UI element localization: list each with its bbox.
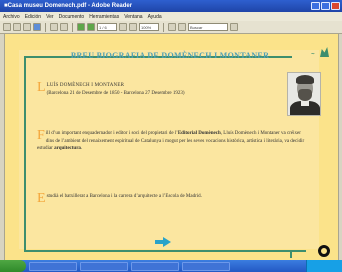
logo-icon: ~ <box>311 47 329 59</box>
zoom-field[interactable]: 100% <box>139 23 159 31</box>
taskbar-item[interactable] <box>29 261 77 271</box>
bio-name-paragraph: L LUÍS DOMÈNECH I MONTANER (Barcelona 21… <box>37 80 277 97</box>
keyword-architecture: arquitectura <box>54 146 81 151</box>
window-titlebar[interactable]: ■Casa museu Domenech.pdf - Adobe Reader <box>0 0 342 12</box>
portrait-photo <box>287 72 321 116</box>
frame-line-left <box>24 56 26 252</box>
menu-window[interactable]: Ventana <box>124 14 142 20</box>
paragraph-text: . <box>80 146 83 151</box>
editorial-name: Editorial Domènech <box>177 131 221 136</box>
minimize-icon[interactable] <box>311 2 320 10</box>
frame-line-bottom <box>24 250 306 252</box>
menu-help[interactable]: Ayuda <box>148 14 162 20</box>
next-page-icon[interactable] <box>87 23 95 31</box>
document-page: BREU BIOGRAFIA DE DOMÈNECH I MONTANER ~ … <box>5 34 338 260</box>
menu-document[interactable]: Documento <box>59 14 85 20</box>
maximize-icon[interactable] <box>321 2 330 10</box>
next-arrow-icon[interactable] <box>155 237 171 247</box>
system-tray[interactable] <box>306 260 342 272</box>
fit-page-icon[interactable] <box>168 23 176 31</box>
zoom-in-icon[interactable] <box>129 23 137 31</box>
paragraph-text: ill d’un important enquadernador i edito… <box>45 131 178 136</box>
zoom-out-icon[interactable] <box>119 23 127 31</box>
save-icon[interactable] <box>23 23 31 31</box>
hand-tool-icon[interactable] <box>50 23 58 31</box>
paragraph-text: studià el batxillerat a Barcelona i la c… <box>46 194 202 199</box>
taskbar-item[interactable] <box>182 261 230 271</box>
taskbar-item[interactable] <box>80 261 128 271</box>
frame-line-tick <box>290 252 292 258</box>
search-input[interactable]: Buscar <box>188 23 228 31</box>
start-button[interactable] <box>0 260 26 272</box>
menu-tools[interactable]: Herramientas <box>89 14 119 20</box>
previous-page-icon[interactable] <box>77 23 85 31</box>
window-title: ■Casa museu Domenech.pdf - Adobe Reader <box>4 3 133 9</box>
bio-paragraph-family: Fill d’un important enquadernador i edit… <box>37 128 305 153</box>
menu-view[interactable]: Ver <box>46 14 54 20</box>
toolbar-divider <box>163 22 164 32</box>
drop-cap: E <box>37 191 46 206</box>
ring-icon[interactable] <box>318 245 330 257</box>
search-icon[interactable] <box>230 23 238 31</box>
bio-paragraph-studies: Estudià el batxillerat a Barcelona i la … <box>37 191 305 206</box>
email-icon[interactable] <box>33 23 41 31</box>
menu-file[interactable]: Archivo <box>3 14 20 20</box>
bio-dates: (Barcelona 21 de Desembre de 1850 - Barc… <box>46 90 185 96</box>
scrollbar[interactable] <box>338 34 342 260</box>
taskbar <box>0 260 342 272</box>
drop-cap: F <box>37 128 45 143</box>
toolbar: 1 / 6 100% Buscar <box>0 21 342 34</box>
select-tool-icon[interactable] <box>60 23 68 31</box>
page-number-field[interactable]: 1 / 6 <box>97 23 117 31</box>
print-icon[interactable] <box>13 23 21 31</box>
close-icon[interactable] <box>331 2 340 10</box>
window-controls <box>311 2 340 10</box>
toolbar-divider <box>45 22 46 32</box>
taskbar-item[interactable] <box>131 261 179 271</box>
bio-name: LUÍS DOMÈNECH I MONTANER <box>46 83 125 88</box>
menu-bar: Archivo Edición Ver Documento Herramient… <box>0 12 342 21</box>
rotate-icon[interactable] <box>178 23 186 31</box>
menu-edit[interactable]: Edición <box>25 14 41 20</box>
toolbar-divider <box>72 22 73 32</box>
drop-cap: L <box>37 80 46 95</box>
open-icon[interactable] <box>3 23 11 31</box>
page-title: BREU BIOGRAFIA DE DOMÈNECH I MONTANER <box>70 51 270 60</box>
